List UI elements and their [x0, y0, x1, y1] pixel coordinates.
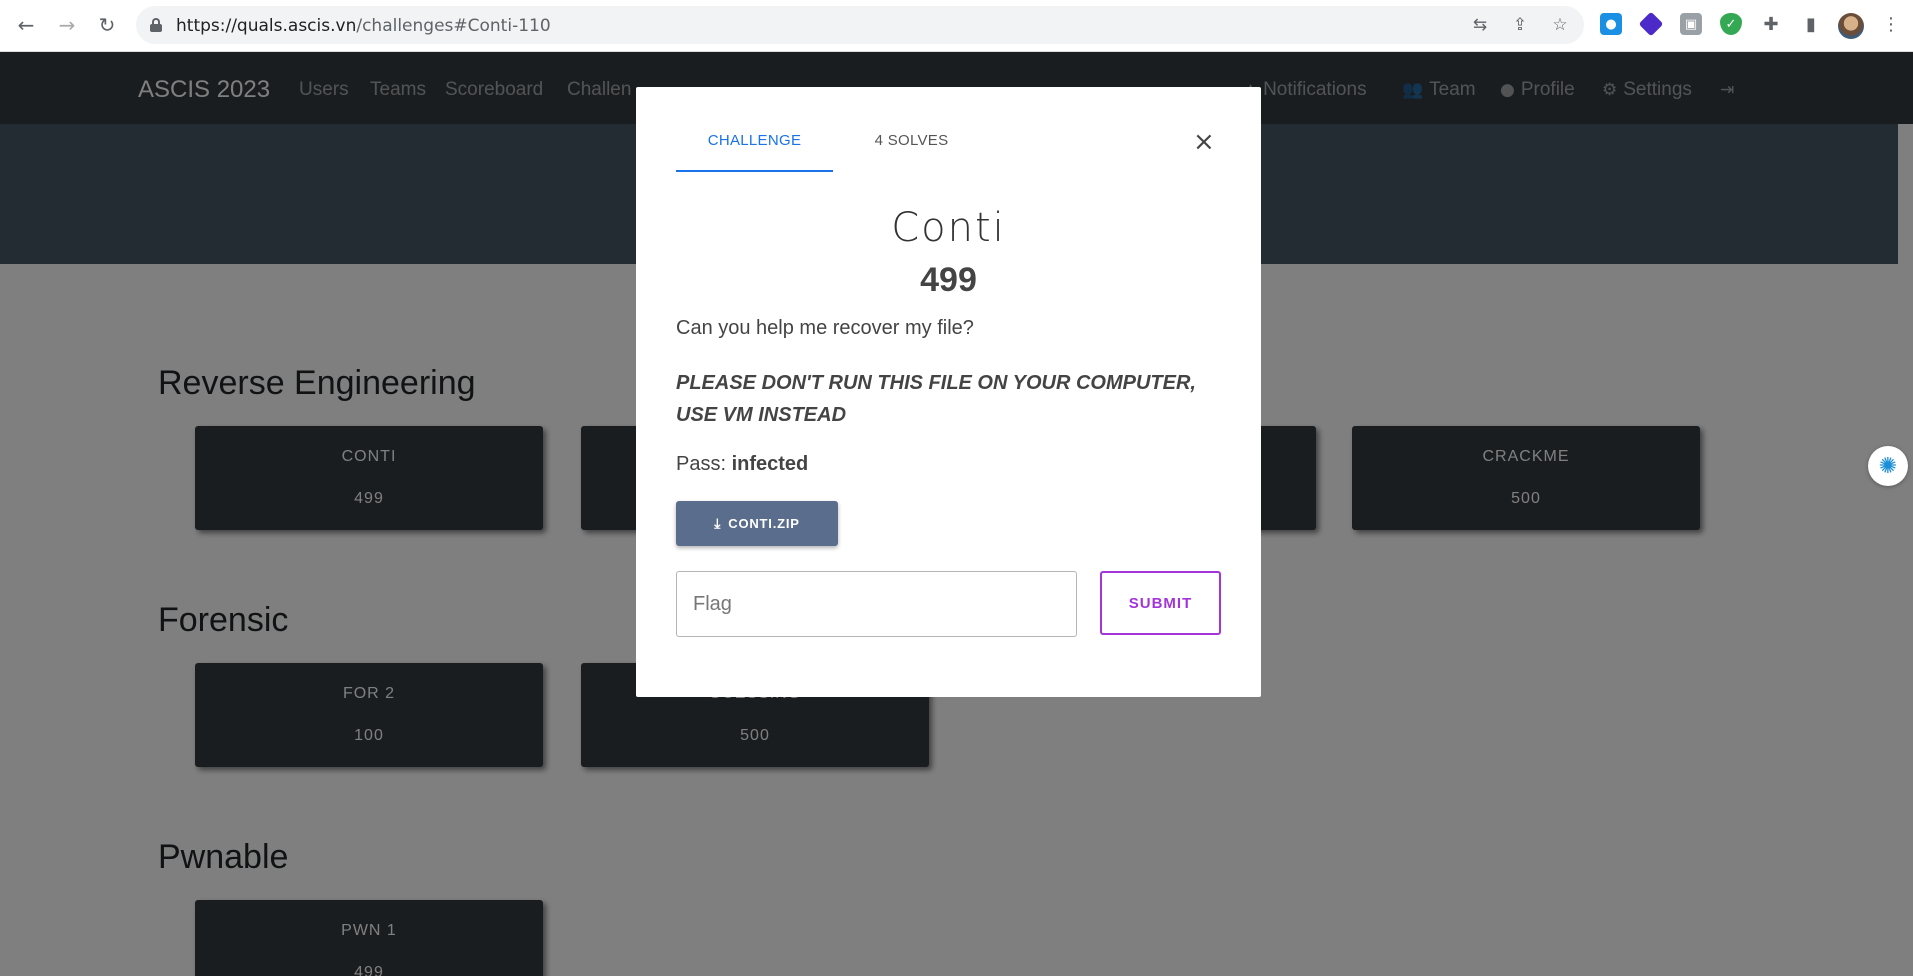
share-icon[interactable]: ⇪: [1510, 15, 1530, 35]
archive-password: Pass: infected: [676, 453, 809, 475]
download-file-button[interactable]: ⤓ CONTI.ZIP: [676, 501, 838, 546]
submit-button[interactable]: SUBMIT: [1100, 571, 1221, 635]
challenge-warning: PLEASE DON'T RUN THIS FILE ON YOUR COMPU…: [676, 372, 1196, 426]
back-icon[interactable]: ←: [14, 13, 38, 37]
extension-diamond-icon[interactable]: [1638, 11, 1664, 37]
extension-drop-icon[interactable]: ●: [1600, 13, 1622, 35]
translate-icon[interactable]: ⇆: [1470, 15, 1490, 35]
close-icon[interactable]: ×: [1193, 129, 1215, 155]
extension-shield-icon[interactable]: ✓: [1720, 13, 1742, 35]
challenge-modal: CHALLENGE 4 SOLVES × Conti 499 Can you h…: [636, 87, 1261, 697]
modal-tabs: CHALLENGE 4 SOLVES: [676, 127, 1221, 172]
browser-menu-icon[interactable]: ⋮: [1882, 14, 1900, 35]
challenge-points: 499: [920, 261, 977, 299]
tab-challenge[interactable]: CHALLENGE: [676, 127, 833, 172]
address-bar[interactable]: https://quals.ascis.vn/challenges#Conti-…: [136, 6, 1584, 44]
lock-icon: [150, 18, 162, 32]
url-text: https://quals.ascis.vn/challenges#Conti-…: [176, 16, 551, 36]
challenge-title: Conti: [891, 205, 1006, 251]
browser-toolbar: ← → ↻ https://quals.ascis.vn/challenges#…: [0, 0, 1913, 52]
side-panel-icon[interactable]: ▮: [1800, 13, 1822, 35]
challenge-description: Can you help me recover my file?: [676, 317, 974, 339]
reload-icon[interactable]: ↻: [95, 13, 119, 37]
bookmark-star-icon[interactable]: ☆: [1550, 15, 1570, 35]
profile-avatar[interactable]: [1838, 13, 1864, 39]
extension-image-icon[interactable]: ▣: [1680, 13, 1702, 35]
flag-input[interactable]: [676, 571, 1077, 637]
assistant-bubble-icon[interactable]: ✺: [1868, 446, 1908, 486]
forward-icon[interactable]: →: [55, 13, 79, 37]
tab-solves[interactable]: 4 SOLVES: [833, 127, 990, 172]
download-icon: ⤓: [714, 515, 722, 532]
extensions-puzzle-icon[interactable]: ✚: [1760, 13, 1782, 35]
